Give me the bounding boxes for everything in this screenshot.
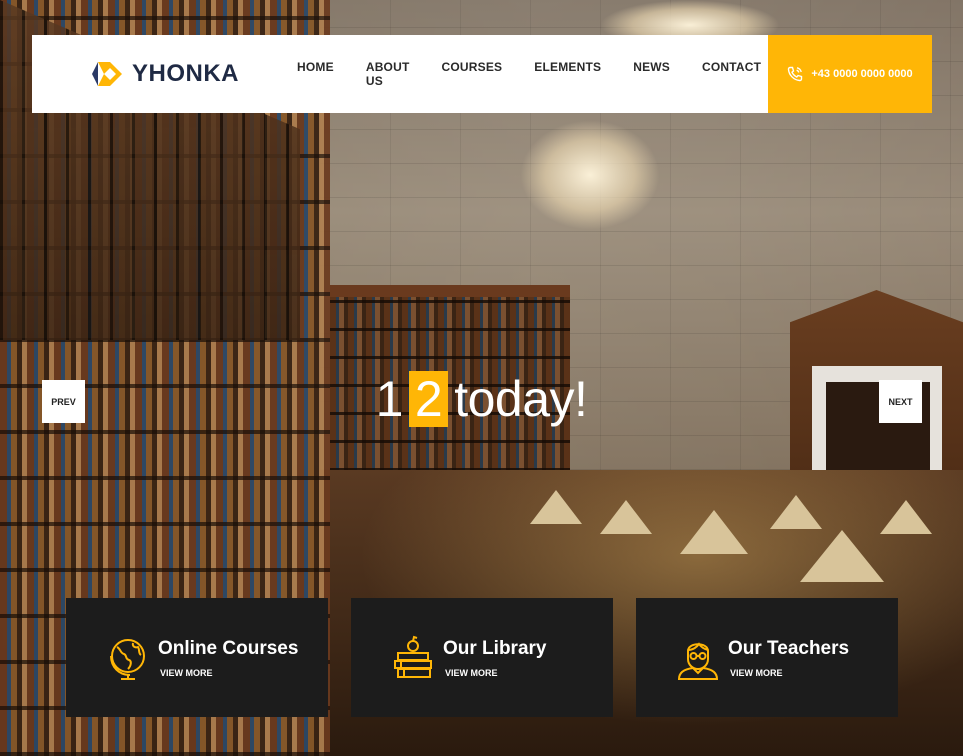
reading-lamp (680, 510, 748, 554)
view-more-link[interactable]: VIEW MORE (730, 668, 849, 678)
headline-text-end: today! (454, 371, 588, 427)
site-header: YHONKA HOME ABOUT US COURSES ELEMENTS NE… (32, 35, 768, 113)
view-more-link[interactable]: VIEW MORE (160, 668, 298, 678)
feature-title: Online Courses (158, 637, 299, 659)
teacher-icon (674, 634, 722, 682)
nav-contact[interactable]: CONTACT (702, 60, 761, 88)
feature-card-text: Online Courses VIEW MORE (158, 638, 298, 678)
feature-card-text: Our Library VIEW MORE (443, 638, 546, 678)
feature-title: Our Library (443, 637, 547, 659)
logo[interactable]: YHONKA (88, 59, 239, 89)
globe-icon (104, 634, 152, 682)
feature-card-text: Our Teachers VIEW MORE (728, 638, 849, 678)
phone-contact[interactable]: +43 0000 0000 0000 (768, 35, 932, 113)
feature-title: Our Teachers (728, 637, 850, 659)
slider-next-button[interactable]: NEXT (879, 380, 922, 423)
view-more-link[interactable]: VIEW MORE (445, 668, 546, 678)
nav-about-us[interactable]: ABOUT US (366, 60, 410, 88)
reading-lamp (800, 530, 884, 582)
brand-name: YHONKA (132, 60, 240, 87)
logo-mark-icon (88, 59, 124, 89)
nav-news[interactable]: NEWS (633, 60, 670, 88)
chandelier (520, 120, 660, 230)
nav-home[interactable]: HOME (297, 60, 334, 88)
slider-prev-button[interactable]: PREV (42, 380, 85, 423)
headline-text-start: 1 (375, 371, 404, 427)
main-nav: HOME ABOUT US COURSES ELEMENTS NEWS CONT… (297, 60, 793, 88)
nav-courses[interactable]: COURSES (442, 60, 503, 88)
reading-lamp (880, 500, 932, 534)
reading-lamp (530, 490, 582, 524)
headline-highlight: 2 (408, 371, 449, 427)
phone-number: +43 0000 0000 0000 (811, 68, 913, 80)
feature-card-our-library[interactable]: Our Library VIEW MORE (351, 598, 613, 717)
books-icon (389, 634, 437, 682)
feature-card-online-courses[interactable]: Online Courses VIEW MORE (66, 598, 328, 717)
feature-card-our-teachers[interactable]: Our Teachers VIEW MORE (636, 598, 898, 717)
reading-lamp (770, 495, 822, 529)
slider-headline: 1 2 today! (0, 368, 963, 430)
reading-lamp (600, 500, 652, 534)
phone-icon (787, 66, 803, 82)
nav-elements[interactable]: ELEMENTS (534, 60, 601, 88)
